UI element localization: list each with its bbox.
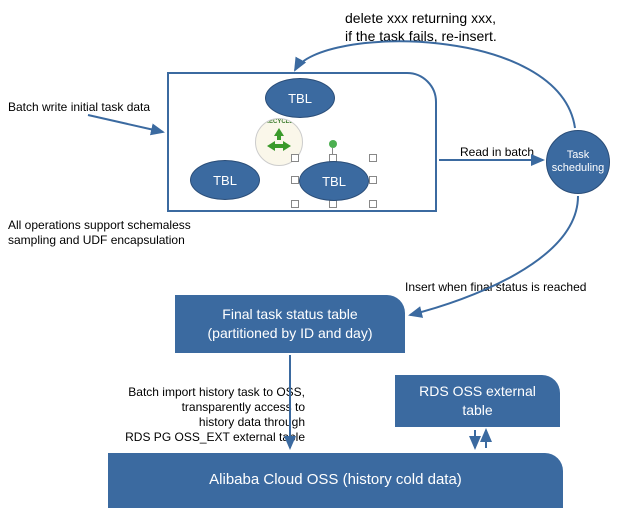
tbl-label: TBL	[322, 174, 346, 189]
text: Read in batch	[460, 145, 534, 159]
tbl-node-3-selected[interactable]: TBL	[291, 154, 377, 208]
text: if the task fails, re-insert.	[345, 28, 497, 44]
task-scheduling-node: Task scheduling	[546, 130, 610, 194]
text: RDS PG OSS_EXT external table	[125, 430, 305, 444]
text: RDS OSS external	[419, 383, 536, 399]
text: history data through	[199, 415, 305, 429]
note-schemaless: All operations support schemaless sampli…	[8, 218, 268, 248]
tbl-label: TBL	[288, 91, 312, 106]
resize-handle-icon[interactable]	[291, 176, 299, 184]
note-delete-reinsert: delete xxx returning xxx, if the task fa…	[345, 10, 625, 45]
tbl-node-3[interactable]: TBL	[299, 161, 369, 201]
resize-handle-icon[interactable]	[369, 200, 377, 208]
resize-handle-icon[interactable]	[291, 200, 299, 208]
alibaba-oss-node: Alibaba Cloud OSS (history cold data)	[108, 453, 563, 508]
text: Batch write initial task data	[8, 100, 150, 114]
note-batch-import: Batch import history task to OSS, transp…	[75, 385, 305, 445]
note-read-batch: Read in batch	[460, 145, 550, 160]
rds-oss-external-table-node: RDS OSS external table	[395, 375, 560, 427]
text: Insert when final status is reached	[405, 280, 586, 294]
recycle-label: RECYCLE	[256, 119, 302, 125]
text: sampling and UDF encapsulation	[8, 233, 185, 247]
resize-handle-icon[interactable]	[329, 200, 337, 208]
text: All operations support schemaless	[8, 218, 191, 232]
text: Task	[567, 149, 590, 161]
text: scheduling	[552, 162, 605, 174]
text: delete xxx returning xxx,	[345, 10, 496, 26]
resize-handle-icon[interactable]	[369, 176, 377, 184]
text: transparently access to	[182, 400, 305, 414]
text: Alibaba Cloud OSS (history cold data)	[209, 470, 462, 490]
resize-handle-icon[interactable]	[291, 154, 299, 162]
tbl-label: TBL	[213, 173, 237, 188]
tbl-node-1: TBL	[265, 78, 335, 118]
tbl-node-2: TBL	[190, 160, 260, 200]
text: Batch import history task to OSS,	[128, 385, 305, 399]
final-status-table-node: Final task status table (partitioned by …	[175, 295, 405, 353]
text: Final task status table	[222, 306, 357, 322]
text: table	[462, 402, 492, 418]
resize-handle-icon[interactable]	[369, 154, 377, 162]
note-batch-write: Batch write initial task data	[8, 100, 158, 115]
rotate-handle-icon[interactable]	[329, 140, 337, 148]
note-insert-final: Insert when final status is reached	[405, 280, 615, 295]
text: (partitioned by ID and day)	[208, 325, 373, 341]
